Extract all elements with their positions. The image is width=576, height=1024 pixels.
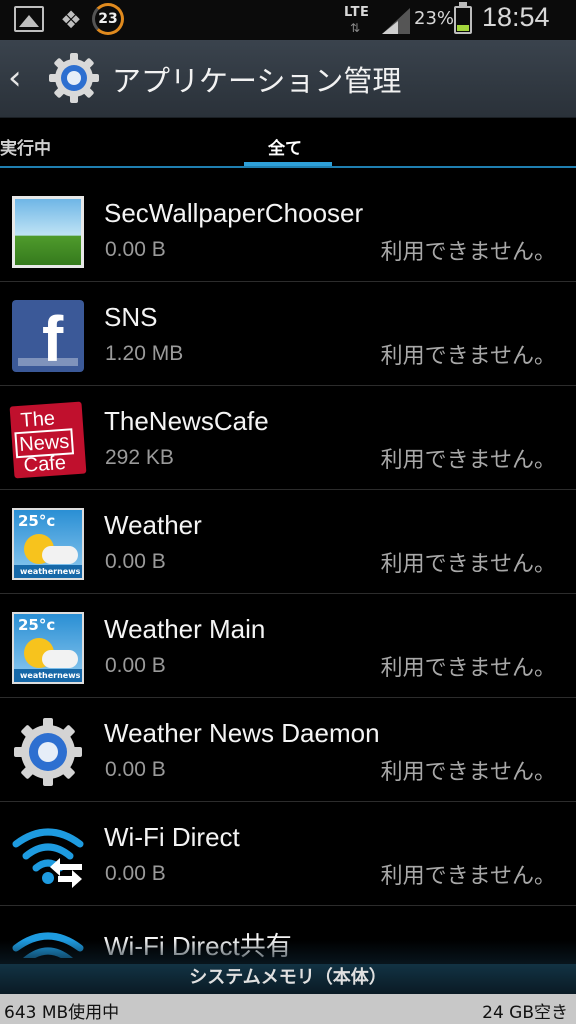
app-name: Wi-Fi Direct xyxy=(104,822,240,852)
app-name: SNS xyxy=(104,302,158,332)
app-size: 0.00 B xyxy=(105,758,166,781)
app-status: 利用できません。 xyxy=(380,864,556,889)
tab-divider xyxy=(0,166,576,168)
memory-usage-bar: 643 MB使用中 24 GB空き xyxy=(0,994,576,1024)
settings-gear-icon xyxy=(49,53,99,103)
battery-icon xyxy=(454,2,472,34)
app-status: 利用できません。 xyxy=(380,552,556,577)
weather-icon: 25°c weathernews xyxy=(12,508,84,580)
clock: 18:54 xyxy=(482,2,550,32)
app-name: Weather xyxy=(104,510,202,540)
newscafe-icon: The News Cafe xyxy=(9,401,87,479)
app-row-weather[interactable]: 25°c weathernews Weather 0.00 B 利用できません。 xyxy=(0,490,576,594)
app-row-thenewscafe[interactable]: The News Cafe TheNewsCafe 292 KB 利用できません… xyxy=(0,386,576,490)
app-row-secwallpaperchooser[interactable]: SecWallpaperChooser 0.00 B 利用できません。 xyxy=(0,178,576,282)
page-title: アプリケーション管理 xyxy=(112,64,402,98)
app-name: TheNewsCafe xyxy=(104,406,269,436)
app-size: 0.00 B xyxy=(105,238,166,261)
memory-used: 643 MB使用中 xyxy=(4,1003,120,1023)
title-bar: ‹ アプリケーション管理 xyxy=(0,40,576,118)
app-size: 0.00 B xyxy=(105,862,166,885)
app-row-weather-main[interactable]: 25°c weathernews Weather Main 0.00 B 利用で… xyxy=(0,594,576,698)
app-name: Weather News Daemon xyxy=(104,718,380,748)
app-row-weather-news-daemon[interactable]: Weather News Daemon 0.00 B 利用できません。 xyxy=(0,698,576,802)
app-status: 利用できません。 xyxy=(380,240,556,265)
app-status: 利用できません。 xyxy=(380,760,556,785)
app-status: 利用できません。 xyxy=(380,344,556,369)
signal-strength-icon xyxy=(382,8,410,34)
app-row-sns[interactable]: f SNS 1.20 MB 利用できません。 xyxy=(0,282,576,386)
tab-bar: 実行中 全て xyxy=(0,118,576,170)
dropbox-icon: ❖ xyxy=(60,6,82,34)
wifi-direct-icon xyxy=(12,828,84,888)
app-name: SecWallpaperChooser xyxy=(104,198,364,228)
memory-label: システムメモリ（本体） xyxy=(0,964,576,994)
notification-count-badge: 23 xyxy=(92,3,124,35)
network-type-label: LTE xyxy=(344,5,370,20)
app-status: 利用できません。 xyxy=(380,448,556,473)
app-size: 292 KB xyxy=(105,446,174,469)
app-status: 利用できません。 xyxy=(380,656,556,681)
memory-free: 24 GB空き xyxy=(482,1003,568,1023)
status-bar: ❖ 23 LTE ⇅ 23% 18:54 xyxy=(0,0,576,40)
weather-icon: 25°c weathernews xyxy=(12,612,84,684)
gallery-notification-icon xyxy=(14,6,44,32)
battery-level-fill xyxy=(457,25,469,31)
tab-all[interactable]: 全て xyxy=(268,134,302,159)
app-name: Weather Main xyxy=(104,614,266,644)
app-row-wifi-direct[interactable]: Wi-Fi Direct 0.00 B 利用できません。 xyxy=(0,802,576,906)
gear-icon xyxy=(14,718,82,786)
app-size: 0.00 B xyxy=(105,654,166,677)
tab-running[interactable]: 実行中 xyxy=(0,134,51,159)
back-button[interactable]: ‹ xyxy=(8,58,38,98)
facebook-icon: f xyxy=(12,300,84,372)
battery-percent: 23% xyxy=(414,8,455,29)
app-list[interactable]: SecWallpaperChooser 0.00 B 利用できません。 f SN… xyxy=(0,178,576,958)
app-size: 0.00 B xyxy=(105,550,166,573)
data-transfer-icon: ⇅ xyxy=(350,21,361,35)
wallpaper-icon xyxy=(12,196,84,268)
app-size: 1.20 MB xyxy=(105,342,184,365)
